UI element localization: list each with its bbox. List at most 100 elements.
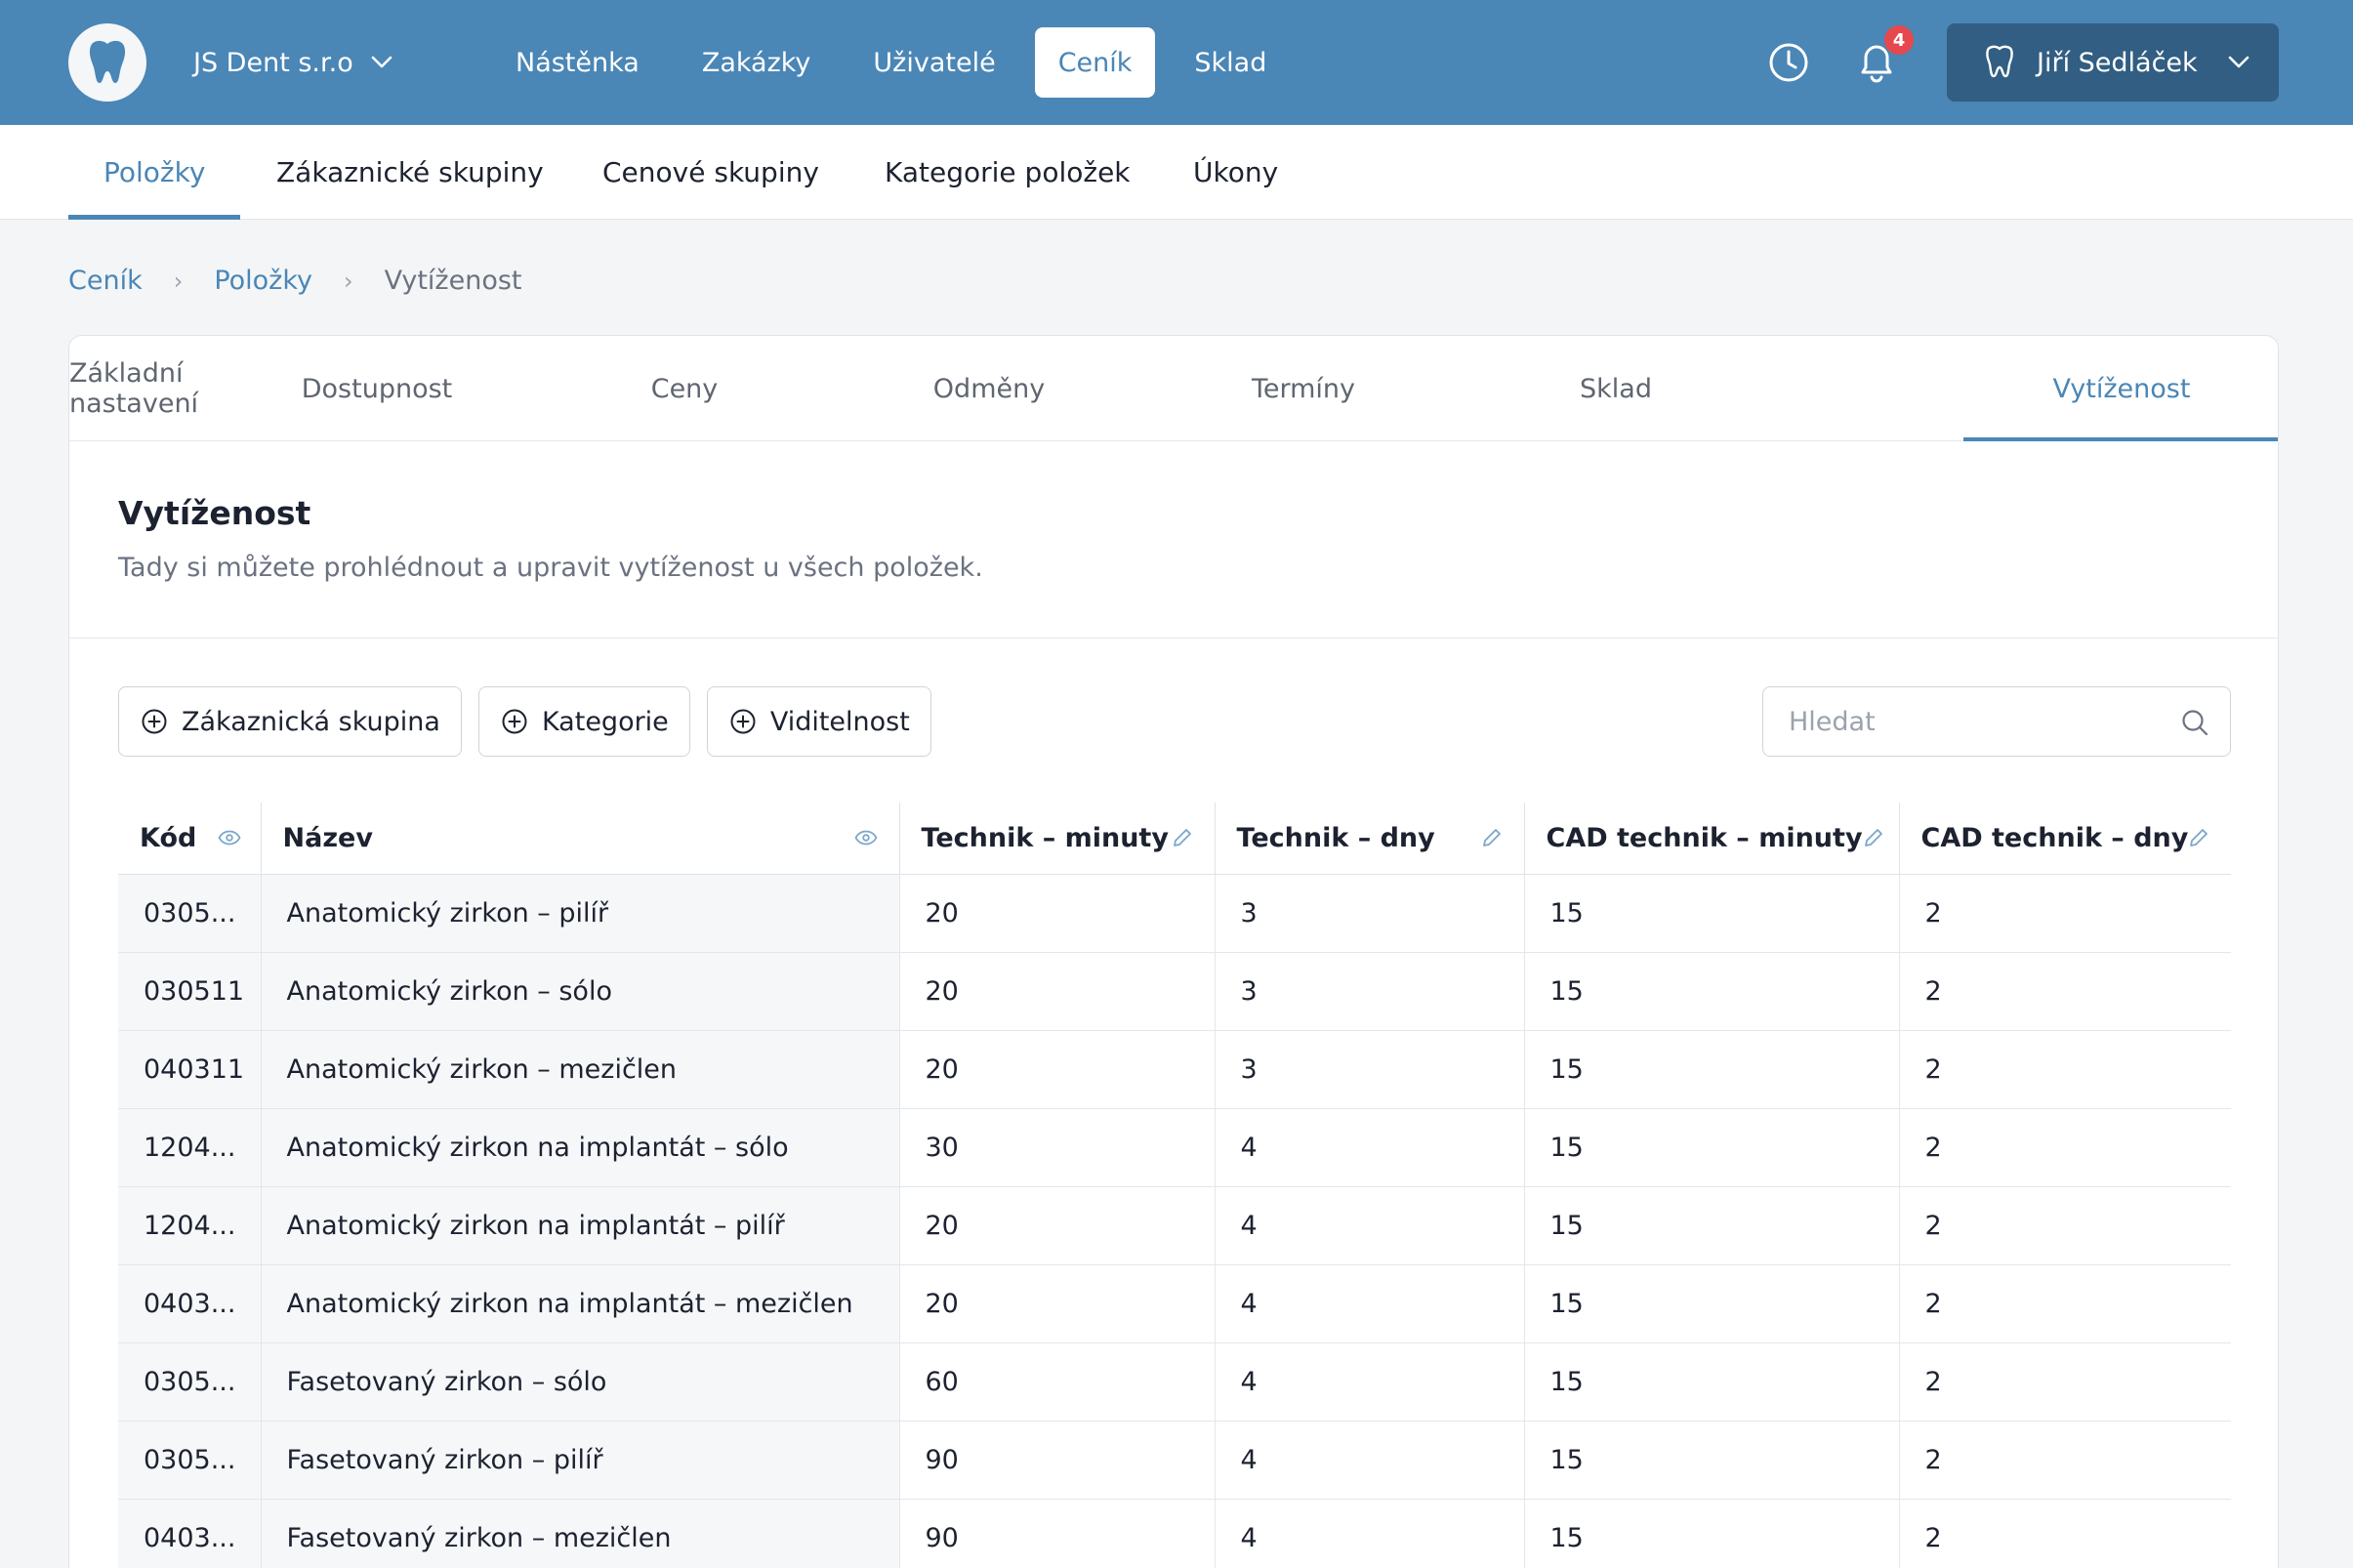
pencil-icon[interactable]	[2188, 827, 2209, 848]
cell-cad-technik-minuty[interactable]: 15	[1523, 1342, 1899, 1422]
table-row: 0403... Anatomický zirkon na implantát –…	[118, 1264, 2231, 1343]
plus-circle-icon	[502, 709, 527, 734]
content-card: Základní nastavení Dostupnost Ceny Odměn…	[68, 335, 2279, 1568]
tab-dostupnost[interactable]: Dostupnost	[274, 336, 479, 441]
subnav-tab-zakaznicke-skupiny[interactable]: Zákaznické skupiny	[276, 125, 544, 220]
subnav-tab-kategorie-polozek[interactable]: Kategorie položek	[885, 125, 1131, 220]
cell-cad-technik-minuty[interactable]: 15	[1523, 874, 1899, 953]
cell-cad-technik-dny[interactable]: 2	[1898, 1499, 2231, 1568]
user-menu[interactable]: Jiří Sedláček	[1947, 23, 2279, 102]
filter-button-viditelnost[interactable]: Viditelnost	[706, 686, 931, 757]
filter-button-zakaznicka-skupina[interactable]: Zákaznická skupina	[118, 686, 462, 757]
cell-kod: 0403...	[118, 1499, 261, 1568]
filter-button-kategorie[interactable]: Kategorie	[477, 686, 690, 757]
search-input[interactable]	[1763, 687, 2230, 756]
cell-technik-dny[interactable]: 4	[1214, 1499, 1524, 1568]
cell-technik-minuty[interactable]: 20	[898, 1030, 1215, 1109]
cell-kod: 0403...	[118, 1264, 261, 1343]
cell-cad-technik-minuty[interactable]: 15	[1523, 952, 1899, 1031]
column-header-cad-technik-dny: CAD technik – dny	[1898, 803, 2231, 875]
cell-technik-minuty[interactable]: 30	[898, 1108, 1215, 1187]
cell-cad-technik-minuty[interactable]: 15	[1523, 1264, 1899, 1343]
cell-technik-minuty[interactable]: 90	[898, 1499, 1215, 1568]
cell-cad-technik-dny[interactable]: 2	[1898, 952, 2231, 1031]
cell-technik-dny[interactable]: 3	[1214, 874, 1524, 953]
column-header-technik-dny: Technik – dny	[1214, 803, 1524, 875]
nav-item-cenik[interactable]: Ceník	[1034, 27, 1156, 98]
company-switcher[interactable]: JS Dent s.r.o	[193, 43, 392, 82]
cell-technik-minuty[interactable]: 20	[898, 1186, 1215, 1265]
cell-cad-technik-dny[interactable]: 2	[1898, 1186, 2231, 1265]
cell-technik-dny[interactable]: 4	[1214, 1108, 1524, 1187]
column-header-label: CAD technik – dny	[1920, 822, 2189, 853]
cell-cad-technik-dny[interactable]: 2	[1898, 874, 2231, 953]
chevron-right-icon: ›	[173, 267, 184, 295]
cell-technik-dny[interactable]: 3	[1214, 1030, 1524, 1109]
cell-kod: 0305...	[118, 874, 261, 953]
cell-technik-minuty[interactable]: 20	[898, 1264, 1215, 1343]
eye-icon[interactable]	[853, 830, 878, 846]
section-description: Tady si můžete prohlédnout a upravit vyt…	[118, 553, 983, 583]
cell-cad-technik-dny[interactable]: 2	[1898, 1108, 2231, 1187]
tab-ceny[interactable]: Ceny	[479, 336, 889, 441]
active-tab-indicator	[68, 215, 240, 220]
cell-technik-dny[interactable]: 4	[1214, 1342, 1524, 1422]
filter-label: Kategorie	[541, 706, 669, 737]
cell-technik-minuty[interactable]: 90	[898, 1421, 1215, 1500]
cell-technik-minuty[interactable]: 60	[898, 1342, 1215, 1422]
cell-technik-dny[interactable]: 4	[1214, 1421, 1524, 1500]
subnav-tab-cenove-skupiny[interactable]: Cenové skupiny	[602, 125, 819, 220]
tooth-logo-icon[interactable]	[68, 23, 146, 102]
breadcrumb-polozky[interactable]: Položky	[214, 266, 312, 296]
cell-cad-technik-minuty[interactable]: 15	[1523, 1030, 1899, 1109]
search-box	[1762, 686, 2231, 757]
cell-technik-dny[interactable]: 4	[1214, 1186, 1524, 1265]
cell-cad-technik-minuty[interactable]: 15	[1523, 1108, 1899, 1187]
cell-nazev: Anatomický zirkon – mezičlen	[260, 1030, 899, 1109]
column-header-label: Název	[282, 822, 373, 853]
tab-vytizenost[interactable]: Vytíženost	[1963, 336, 2278, 441]
clock-icon[interactable]	[1767, 41, 1810, 84]
cell-cad-technik-minuty[interactable]: 15	[1523, 1499, 1899, 1568]
cell-nazev: Anatomický zirkon – sólo	[260, 952, 899, 1031]
nav-item-nastenka[interactable]: Nástěnka	[492, 27, 663, 98]
cell-technik-dny[interactable]: 4	[1214, 1264, 1524, 1343]
table-row: 0305... Fasetovaný zirkon – sólo 60 4 15…	[118, 1342, 2231, 1422]
nav-item-uzivatele[interactable]: Uživatelé	[849, 27, 1018, 98]
cell-nazev: Anatomický zirkon na implantát – sólo	[260, 1108, 899, 1187]
cell-nazev: Fasetovaný zirkon – mezičlen	[260, 1499, 899, 1568]
pencil-icon[interactable]	[1863, 827, 1884, 848]
cell-nazev: Anatomický zirkon na implantát – mezičle…	[260, 1264, 899, 1343]
cell-cad-technik-minuty[interactable]: 15	[1523, 1186, 1899, 1265]
cell-cad-technik-dny[interactable]: 2	[1898, 1421, 2231, 1500]
breadcrumb: Ceník › Položky › Vytíženost	[68, 266, 522, 296]
company-name: JS Dent s.r.o	[193, 47, 353, 78]
tab-sklad[interactable]: Sklad	[1518, 336, 1713, 441]
nav-item-sklad[interactable]: Sklad	[1171, 27, 1290, 98]
breadcrumb-cenik[interactable]: Ceník	[68, 266, 143, 296]
tab-zakladni-nastaveni[interactable]: Základní nastavení	[69, 336, 274, 441]
search-icon[interactable]	[2179, 707, 2210, 738]
column-header-label: Kód	[140, 822, 197, 853]
column-header-cad-technik-minuty: CAD technik – minuty	[1523, 803, 1899, 875]
tab-terminy[interactable]: Termíny	[1089, 336, 1518, 441]
tab-odmeny[interactable]: Odměny	[889, 336, 1089, 441]
cell-kod: 0305...	[118, 1342, 261, 1422]
cell-technik-dny[interactable]: 3	[1214, 952, 1524, 1031]
column-header-label: Technik – minuty	[921, 822, 1169, 853]
column-header-kod: Kód	[118, 803, 261, 875]
cell-cad-technik-minuty[interactable]: 15	[1523, 1421, 1899, 1500]
nav-item-zakazky[interactable]: Zakázky	[679, 27, 835, 98]
cell-cad-technik-dny[interactable]: 2	[1898, 1264, 2231, 1343]
cell-technik-minuty[interactable]: 20	[898, 874, 1215, 953]
subnav-tab-ukony[interactable]: Úkony	[1193, 125, 1278, 220]
table-row: 0305... Anatomický zirkon – pilíř 20 3 1…	[118, 874, 2231, 953]
eye-icon[interactable]	[218, 830, 241, 846]
cell-cad-technik-dny[interactable]: 2	[1898, 1030, 2231, 1109]
cell-technik-minuty[interactable]: 20	[898, 952, 1215, 1031]
cell-cad-technik-dny[interactable]: 2	[1898, 1342, 2231, 1422]
pencil-icon[interactable]	[1481, 827, 1503, 848]
pencil-icon[interactable]	[1172, 827, 1193, 848]
filter-label: Zákaznická skupina	[182, 706, 440, 737]
subnav-tab-polozky[interactable]: Položky	[103, 125, 205, 220]
